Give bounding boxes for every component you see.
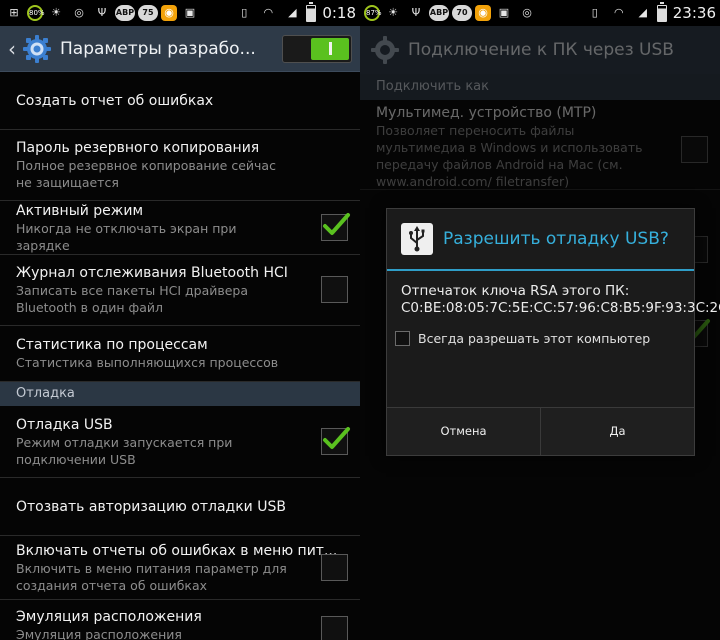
section-header-connect-as: Подключить как [360,74,720,100]
temperature-badge-icon: 75 [138,5,158,21]
clock: 23:36 [672,4,716,22]
battery-widget-icon: 80% [27,5,45,21]
dialog-header: Разрешить отладку USB? [387,209,694,271]
wifi-icon: ◠ [263,6,274,19]
status-bar: ⊞ 80% ☀ ◎ Ψ ABP 75 ◉ ▣ ▯ ◠ ◢ 0:18 [0,0,360,26]
item-title: Отозвать авторизацию отладки USB [16,498,286,515]
toggle-knob [311,37,349,60]
image-icon: ▣ [184,6,196,19]
add-notification-icon: ⊞ [9,6,19,19]
ok-button[interactable]: Да [540,408,694,455]
gear-icon[interactable] [370,35,400,65]
list-item-mtp[interactable]: Мультимед. устройство (MTP) Позволяет пе… [360,104,720,190]
list-item-revoke-usb-auth[interactable]: Отозвать авторизацию отладки USB [0,478,360,536]
target-icon: ◎ [522,6,532,19]
item-subtitle: Никогда не отключать экран при зарядке [16,220,237,253]
always-allow-row[interactable]: Всегда разрешать этот компьютер [387,331,694,346]
brightness-icon: ☀ [388,6,398,19]
dialog-buttons: Отмена Да [387,407,694,455]
usb-icon: Ψ [97,6,107,19]
allow-usb-debugging-dialog: Разрешить отладку USB? Отпечаток ключа R… [386,208,720,456]
always-allow-checkbox[interactable] [395,331,410,346]
list-item-process-stats[interactable]: Статистика по процессам Статистика выпол… [0,326,360,382]
dialog-message: Отпечаток ключа RSA этого ПК: C0:BE:08:0… [401,283,720,316]
list-item-backup-password[interactable]: Пароль резервного копирования Полное рез… [0,130,360,201]
list-item-usb-debugging[interactable]: Отладка USB Режим отладки запускается пр… [0,406,360,478]
item-subtitle: Позволяет переносить файлы мультимедиа в… [376,123,643,189]
item-subtitle: Записать все пакеты HCI драйвера Bluetoo… [16,283,249,315]
checkmark-icon [323,212,350,235]
item-title: Мультимед. устройство (MTP) [376,105,597,121]
battery-icon [306,1,317,22]
bluetooth-hci-checkbox[interactable] [321,276,348,303]
stay-awake-checkbox[interactable] [321,212,350,241]
item-subtitle: Статистика выполняющихся процессов [16,355,279,370]
temperature-badge-icon: 70 [452,5,472,21]
item-subtitle: Включить в меню питания параметр для соз… [16,560,287,593]
action-bar: ‹ Параметры разрабо... [0,26,360,72]
page-title: Подключение к ПК через USB [408,40,674,60]
settings-list: Создать отчет об ошибках Пароль резервно… [0,72,360,640]
action-bar: Подключение к ПК через USB [360,26,720,74]
item-title: Создать отчет об ошибках [16,92,214,109]
wifi-icon: ◠ [613,6,624,19]
usb-3-icon: Ψ [411,6,421,19]
usb-icon [401,223,433,255]
section-header-debugging: Отладка [0,382,360,406]
status-bar: 87% ☀ Ψ ABP 70 ◉ ▣ ◎ ▯ ◠ ◢ 23:36 [360,0,720,26]
adblock-icon: ABP [429,5,449,21]
item-title: Отладка USB [16,416,113,433]
list-item-bug-report[interactable]: Создать отчет об ошибках [0,72,360,130]
gear-icon[interactable] [22,34,52,64]
signal-icon: ◢ [288,6,297,19]
back-chevron-icon[interactable]: ‹ [8,37,22,61]
battery-icon [656,1,667,22]
item-title: Активный режим [16,202,144,219]
list-item-power-menu-bug-reports[interactable]: Включать отчеты об ошибках в меню пит...… [0,536,360,600]
item-title: Журнал отслеживания Bluetooth HCI [16,265,288,281]
item-subtitle: Режим отладки запускается при подключени… [16,434,233,467]
image-icon: ▣ [498,6,510,19]
always-allow-label: Всегда разрешать этот компьютер [418,331,651,346]
mtp-checkbox[interactable] [681,136,708,163]
list-item-mock-locations[interactable]: Эмуляция расположения Эмуляция расположе… [0,600,360,640]
item-subtitle: Эмуляция расположения [16,627,182,640]
developer-options-screen: ⊞ 80% ☀ ◎ Ψ ABP 75 ◉ ▣ ▯ ◠ ◢ 0:18 ‹ Пара… [0,0,360,640]
app-notification-icon: ◉ [475,5,491,21]
app-notification-icon: ◉ [161,5,177,21]
item-title: Эмуляция расположения [16,609,202,625]
item-title: Пароль резервного копирования [16,140,260,156]
mock-locations-checkbox[interactable] [321,616,348,640]
item-subtitle: Полное резервное копирование сейчас не з… [16,158,276,190]
vibrate-icon: ▯ [241,6,248,19]
list-item-stay-awake[interactable]: Активный режим Никогда не отключать экра… [0,201,360,255]
developer-options-toggle[interactable] [282,34,352,63]
power-menu-bug-reports-checkbox[interactable] [321,553,348,581]
list-item-bluetooth-hci[interactable]: Журнал отслеживания Bluetooth HCI Записа… [0,255,360,326]
item-title: Статистика по процессам [16,337,208,353]
page-title: Параметры разрабо... [60,38,256,59]
target-icon: ◎ [74,6,84,19]
battery-widget-icon: 87% [364,5,382,21]
checkmark-icon [323,426,350,449]
vibrate-icon: ▯ [591,6,598,19]
clock: 0:18 [322,4,356,22]
usb-debugging-checkbox[interactable] [321,426,350,455]
dialog-title: Разрешить отладку USB? [443,229,669,249]
signal-icon: ◢ [638,6,647,19]
item-title: Включать отчеты об ошибках в меню пит... [16,542,338,559]
brightness-icon: ☀ [51,6,61,19]
adblock-icon: ABP [115,5,135,21]
cancel-button[interactable]: Отмена [387,408,540,455]
